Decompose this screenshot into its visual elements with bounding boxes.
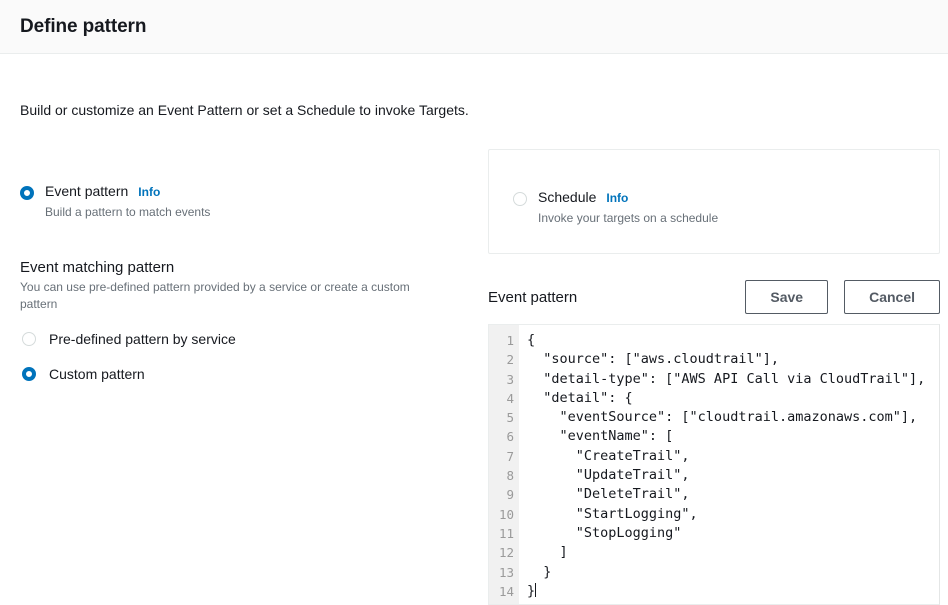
editor-code-line: ] [527, 544, 568, 561]
radio-icon-schedule[interactable] [513, 192, 527, 206]
event-matching-pattern-section: Event matching pattern You can use pre-d… [20, 259, 488, 388]
radio-icon-custom-pattern[interactable] [22, 367, 36, 382]
editor-line-number-gutter: 1 2 3 4 5 6 7 8 9 10 11 12 13 14 [489, 325, 519, 604]
editor-code-area[interactable]: { "source": ["aws.cloudtrail"], "detail-… [519, 325, 939, 604]
radio-icon-event-pattern[interactable] [20, 186, 34, 200]
page-title: Define pattern [20, 15, 147, 37]
radio-option-event-pattern[interactable]: Event pattern Info Build a pattern to ma… [20, 149, 488, 220]
page-body: Build or customize an Event Pattern or s… [0, 54, 948, 605]
radio-texts-schedule: Schedule Info Invoke your targets on a s… [538, 189, 718, 226]
event-matching-pattern-title: Event matching pattern [20, 258, 175, 276]
event-matching-pattern-options: Pre-defined pattern by service Custom pa… [20, 326, 488, 387]
editor-line-number: 1 [506, 333, 514, 348]
text-cursor [535, 582, 537, 597]
radio-label-predefined-pattern: Pre-defined pattern by service [49, 331, 236, 348]
editor-line-number: 9 [506, 487, 514, 503]
event-matching-pattern-description: You can use pre-defined pattern provided… [20, 279, 410, 311]
radio-description-event-pattern: Build a pattern to match events [45, 204, 211, 219]
editor-line-number: 5 [506, 410, 514, 426]
right-column: Schedule Info Invoke your targets on a s… [488, 149, 940, 605]
radio-option-custom-pattern[interactable]: Custom pattern [20, 361, 488, 387]
radio-texts-event-pattern: Event pattern Info Build a pattern to ma… [45, 183, 210, 220]
info-link-event-pattern[interactable]: Info [138, 185, 160, 200]
editor-code-line: } [527, 582, 537, 599]
editor-line-number: 2 [506, 352, 514, 368]
editor-line-number: 6 [506, 429, 514, 445]
editor-line-number: 7 [506, 448, 514, 464]
editor-code-line: } [527, 563, 552, 580]
editor-code-line: "UpdateTrail", [527, 467, 690, 484]
radio-title-line-schedule: Schedule Info [538, 189, 718, 207]
intro-text: Build or customize an Event Pattern or s… [20, 102, 469, 118]
editor-code-line: "detail": { [527, 389, 633, 406]
editor-code-line: "source": ["aws.cloudtrail"], [527, 351, 779, 368]
editor-code-line: "eventName": [ [527, 428, 674, 445]
event-pattern-editor-header: Event pattern Save Cancel [488, 277, 940, 317]
radio-label-custom-pattern: Custom pattern [49, 366, 145, 383]
info-link-schedule[interactable]: Info [606, 191, 628, 206]
editor-code-line: "StopLogging" [527, 524, 682, 541]
page-header: Define pattern [0, 0, 948, 54]
editor-code-line: "StartLogging", [527, 505, 698, 522]
editor-code-line: "eventSource": ["cloudtrail.amazonaws.co… [527, 409, 918, 426]
editor-line-number: 10 [498, 506, 514, 522]
editor-line-number: 4 [506, 390, 514, 406]
editor-line-number: 13 [498, 564, 514, 580]
radio-option-predefined-pattern[interactable]: Pre-defined pattern by service [20, 326, 488, 352]
radio-title-line-event-pattern: Event pattern Info [45, 183, 210, 201]
editor-code-line: "detail-type": ["AWS API Call via CloudT… [527, 370, 926, 387]
event-pattern-editor-title: Event pattern [488, 288, 578, 306]
radio-label-schedule: Schedule [538, 189, 597, 205]
save-button[interactable]: Save [745, 280, 829, 314]
radio-label-event-pattern: Event pattern [45, 183, 129, 199]
editor-code-line: "CreateTrail", [527, 447, 690, 464]
radio-description-schedule: Invoke your targets on a schedule [538, 210, 719, 225]
editor-line-number: 3 [506, 371, 514, 387]
left-column: Event pattern Info Build a pattern to ma… [20, 149, 488, 605]
cancel-button[interactable]: Cancel [844, 280, 940, 314]
editor-code-line: "DeleteTrail", [527, 486, 690, 503]
event-pattern-code-editor[interactable]: 1 2 3 4 5 6 7 8 9 10 11 12 13 14 { "source": ["aws.cl… [488, 324, 940, 605]
editor-line-number: 8 [506, 468, 514, 484]
content-columns: Event pattern Info Build a pattern to ma… [20, 149, 940, 605]
editor-line-number: 12 [498, 545, 514, 561]
editor-line-number: 11 [498, 525, 514, 541]
editor-line-number: 14 [498, 583, 514, 599]
radio-option-schedule[interactable]: Schedule Info Invoke your targets on a s… [488, 149, 940, 254]
radio-icon-predefined-pattern[interactable] [22, 332, 36, 347]
editor-code-line: { [527, 332, 536, 348]
